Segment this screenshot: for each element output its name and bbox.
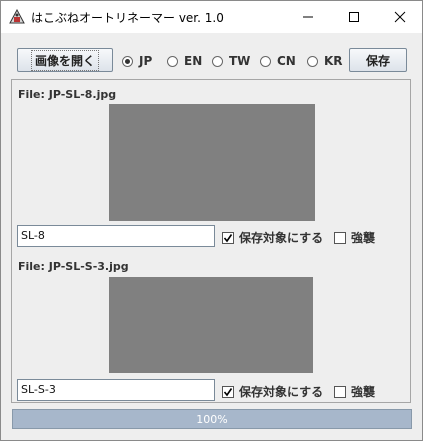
app-icon [9,8,25,25]
radio-tw[interactable]: TW [212,53,250,69]
save-target-checkbox[interactable]: 保存対象にする [222,383,323,400]
progress-bar: 100% [12,409,412,429]
emphasis-checkbox[interactable]: 強襲 [334,383,375,400]
progress-text: 100% [196,412,228,426]
radio-unselected-icon [307,55,318,67]
radio-unselected-icon [212,55,223,67]
emphasis-label: 強襲 [351,231,376,245]
save-target-label: 保存対象にする [239,385,324,399]
radio-tw-label: TW [229,54,251,68]
open-image-label: 画像を開く [30,49,99,71]
radio-en[interactable]: EN [167,53,202,69]
radio-cn[interactable]: CN [260,53,296,69]
radio-jp-label: JP [139,54,153,68]
radio-en-label: EN [184,54,203,68]
file-label: File: JP-SL-8.jpg [18,88,117,101]
checkbox-checked-icon [222,385,234,398]
minimize-button[interactable] [285,1,331,33]
checkbox-checked-icon [222,231,234,244]
radio-cn-label: CN [277,54,296,68]
maximize-icon [349,12,359,22]
rename-input[interactable]: SL-S-3 [17,379,215,401]
window-title: はこぶねオートリネーマー ver. 1.0 [31,11,224,25]
title-bar: はこぶねオートリネーマー ver. 1.0 [1,1,422,33]
close-icon [394,11,406,23]
checkbox-unchecked-icon [334,231,346,244]
radio-unselected-icon [260,55,271,67]
radio-jp[interactable]: JP [122,53,152,69]
image-preview [109,277,313,373]
image-preview [109,104,315,221]
checkbox-unchecked-icon [334,385,346,398]
radio-unselected-icon [167,55,178,67]
emphasis-checkbox[interactable]: 強襲 [334,229,375,246]
save-target-label: 保存対象にする [239,231,324,245]
maximize-button[interactable] [331,1,377,33]
app-window: はこぶねオートリネーマー ver. 1.0 画像を開く JP EN TW CN … [0,0,423,441]
save-target-checkbox[interactable]: 保存対象にする [222,229,323,246]
save-button[interactable]: 保存 [349,48,407,72]
radio-kr[interactable]: KR [307,53,343,69]
save-label: 保存 [365,53,390,68]
radio-selected-icon [122,55,133,67]
close-button[interactable] [377,1,422,33]
minimize-icon [303,16,313,18]
open-image-button[interactable]: 画像を開く [17,48,113,72]
emphasis-label: 強襲 [351,385,376,399]
rename-input[interactable]: SL-8 [17,225,215,247]
file-label: File: JP-SL-S-3.jpg [18,260,129,273]
radio-kr-label: KR [324,54,343,68]
